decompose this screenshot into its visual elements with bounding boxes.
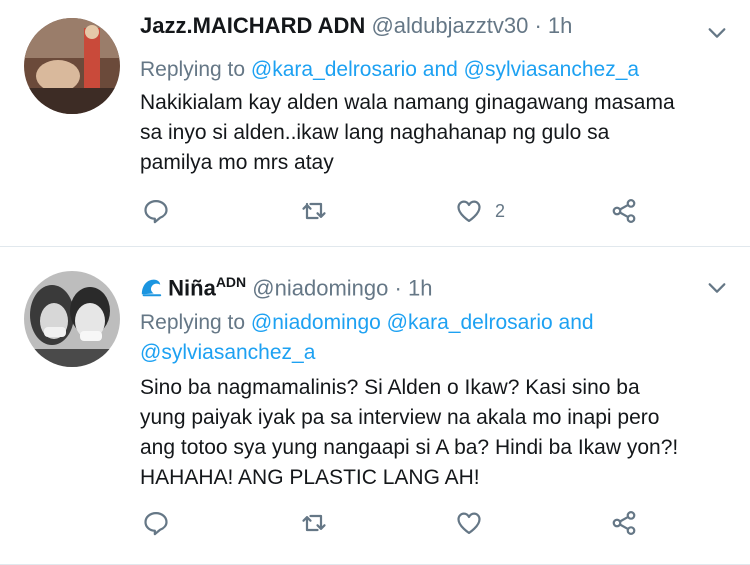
- tweet-header: NiñaADN @niadomingo · 1h: [140, 274, 432, 301]
- retweet-button[interactable]: [300, 509, 328, 537]
- reply-button[interactable]: [142, 197, 170, 225]
- tweet[interactable]: Jazz.MAICHARD ADN @aldubjazztv30 · 1h Re…: [0, 0, 750, 247]
- tweet-text-line: ang totoo sya yung nangaapi si A ba? Hin…: [140, 436, 679, 459]
- like-count: 2: [495, 200, 506, 221]
- tweet-text-line: HAHAHA! ANG PLASTIC LANG AH!: [140, 466, 480, 489]
- share-button[interactable]: [610, 197, 638, 225]
- tweet-text-line: pamilya mo mrs atay: [140, 151, 334, 174]
- user-handle[interactable]: @aldubjazztv30: [371, 13, 528, 38]
- reply-mentions-link[interactable]: @sylviasanchez_a: [140, 338, 594, 368]
- wave-emoji-icon: [141, 279, 162, 297]
- avatar[interactable]: [24, 271, 120, 367]
- replying-to: Replying to @kara_delrosario and @sylvia…: [140, 55, 639, 85]
- like-button[interactable]: 2: [455, 197, 505, 225]
- tweet-actions: [140, 509, 660, 539]
- tweet-actions: 2: [140, 197, 660, 227]
- user-handle[interactable]: @niadomingo: [252, 275, 388, 300]
- tweet[interactable]: NiñaADN @niadomingo · 1h Replying to @ni…: [0, 247, 750, 565]
- reply-icon: [144, 199, 168, 224]
- like-icon: [457, 512, 481, 535]
- retweet-icon: [302, 514, 326, 532]
- retweet-button[interactable]: [300, 197, 328, 225]
- share-button[interactable]: [610, 509, 638, 537]
- reply-mentions-link[interactable]: @niadomingo @kara_delrosario and: [251, 311, 594, 334]
- replying-to: Replying to @niadomingo @kara_delrosario…: [140, 308, 594, 368]
- chevron-down-icon[interactable]: [706, 22, 728, 44]
- tweet-text-line: sa inyo si alden..ikaw lang naghahanap n…: [140, 121, 610, 144]
- tweet-text-line: Sino ba nagmamalinis? Si Alden o Ikaw? K…: [140, 376, 640, 399]
- replying-to-label: Replying to: [140, 58, 246, 81]
- share-icon: [612, 199, 636, 223]
- reply-mentions-link[interactable]: @kara_delrosario and @sylviasanchez_a: [251, 58, 639, 81]
- like-icon: [457, 200, 481, 223]
- avatar[interactable]: [24, 18, 120, 114]
- tweet-text: Sino ba nagmamalinis? Si Alden o Ikaw? K…: [140, 373, 730, 493]
- display-name-superscript: ADN: [215, 274, 247, 290]
- tweet-text-line: Nakikialam kay alden wala namang ginagaw…: [140, 91, 675, 114]
- tweet-header: Jazz.MAICHARD ADN @aldubjazztv30 · 1h: [140, 13, 572, 39]
- display-name[interactable]: Jazz.MAICHARD ADN: [140, 13, 365, 38]
- like-button[interactable]: [455, 509, 483, 537]
- replying-to-label: Replying to: [140, 311, 246, 334]
- tweet-text: Nakikialam kay alden wala namang ginagaw…: [140, 88, 730, 178]
- timestamp[interactable]: 1h: [408, 275, 432, 300]
- tweet-text-line: yung paiyak iyak pa sa interview na akal…: [140, 406, 660, 429]
- reply-icon: [144, 511, 168, 536]
- separator-dot: ·: [394, 275, 402, 301]
- chevron-down-icon[interactable]: [706, 277, 728, 299]
- separator-dot: ·: [534, 13, 542, 38]
- share-icon: [612, 511, 636, 535]
- display-name[interactable]: Niña: [168, 275, 216, 300]
- reply-button[interactable]: [142, 509, 170, 537]
- timestamp[interactable]: 1h: [548, 13, 572, 38]
- retweet-icon: [302, 202, 326, 220]
